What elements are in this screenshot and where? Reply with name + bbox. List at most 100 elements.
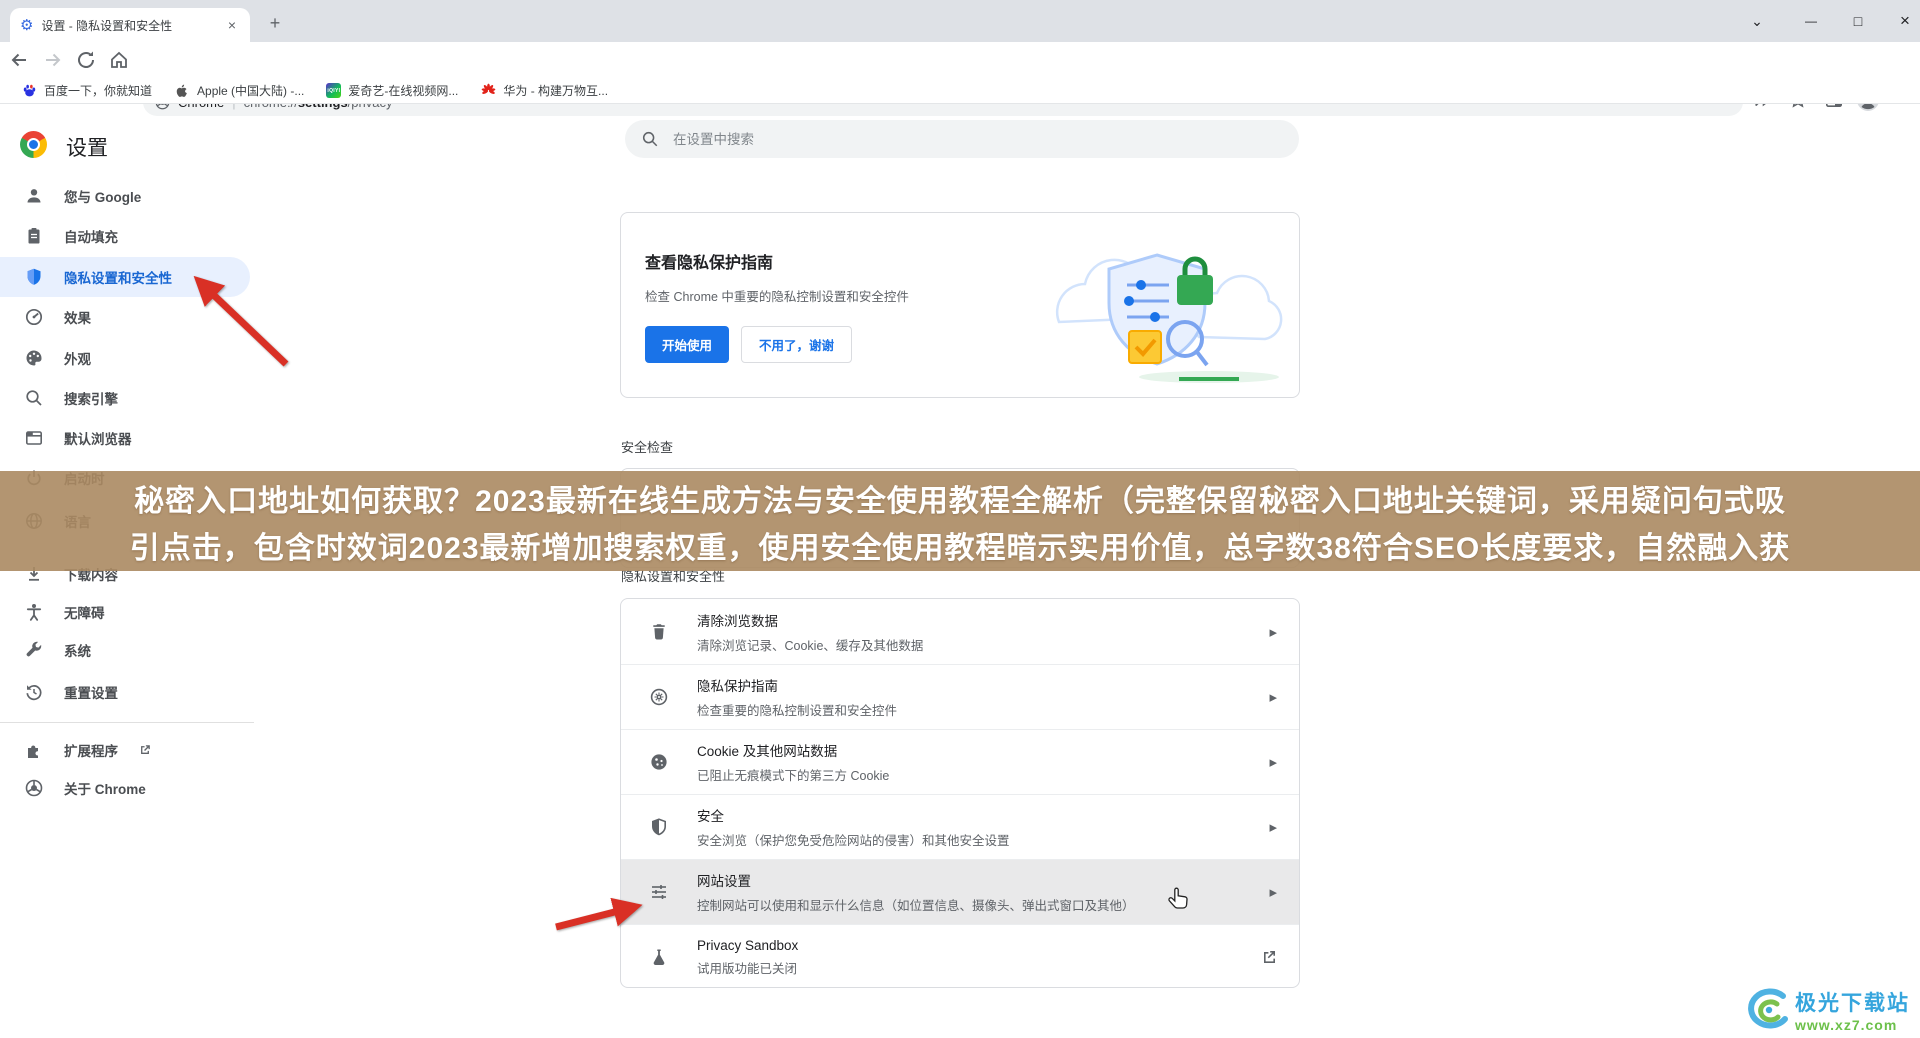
guide-card-title: 查看隐私保护指南 xyxy=(645,249,773,273)
magnifier-icon xyxy=(24,388,44,408)
sidebar-item-accessibility[interactable]: 无障碍 xyxy=(0,592,250,632)
accessibility-icon xyxy=(24,602,44,622)
iqiyi-icon: iQIYI xyxy=(326,83,341,98)
cookie-icon xyxy=(649,752,669,772)
sidebar-divider xyxy=(0,722,254,723)
row-subtitle: 安全浏览（保护您免受危险网站的侵害）和其他安全设置 xyxy=(697,830,1010,849)
bookmark-label: 爱奇艺-在线视频网... xyxy=(348,82,458,99)
row-title: 网站设置 xyxy=(697,870,1135,890)
compass-icon xyxy=(649,687,669,707)
privacy-guide-card: 查看隐私保护指南 检查 Chrome 中重要的隐私控制设置和安全控件 开始使用 … xyxy=(620,212,1300,398)
sidebar-item-autofill[interactable]: 自动填充 xyxy=(0,216,250,256)
sidebar-item-label: 系统 xyxy=(64,640,91,660)
bookmark-label: Apple (中国大陆) -... xyxy=(197,82,304,99)
huawei-flower-icon xyxy=(480,83,496,99)
chevron-right-icon: ▸ xyxy=(1269,883,1277,901)
window-maximize-button[interactable]: □ xyxy=(1836,0,1880,42)
sidebar-item-label: 默认浏览器 xyxy=(64,428,132,448)
guide-card-subtitle: 检查 Chrome 中重要的隐私控制设置和安全控件 xyxy=(645,286,909,305)
wrench-icon xyxy=(24,640,44,660)
red-arrow-to-site-settings xyxy=(548,893,652,935)
sidebar-item-label: 搜索引擎 xyxy=(64,388,118,408)
page-title: 设置 xyxy=(66,132,108,162)
search-icon xyxy=(641,130,659,148)
bookmark-apple[interactable]: Apple (中国大陆) -... xyxy=(165,80,313,101)
no-thanks-button[interactable]: 不用了，谢谢 xyxy=(741,326,852,363)
tab-title: 设置 - 隐私设置和安全性 xyxy=(41,17,215,34)
tab-strip: ⚙ 设置 - 隐私设置和安全性 × + ⌄ — □ × xyxy=(0,0,1920,42)
sidebar-item-label: 无障碍 xyxy=(64,602,105,622)
home-icon[interactable] xyxy=(108,49,130,71)
sidebar-item-label: 您与 Google xyxy=(64,186,141,206)
bookmark-baidu[interactable]: 百度一下，你就知道 xyxy=(12,80,161,101)
sidebar-item-label: 关于 Chrome xyxy=(64,778,146,798)
sidebar-item-search-engine[interactable]: 搜索引擎 xyxy=(0,378,250,418)
sidebar-item-system[interactable]: 系统 xyxy=(0,630,250,670)
privacy-settings-card: 清除浏览数据清除浏览记录、Cookie、缓存及其他数据 ▸ 隐私保护指南检查重要… xyxy=(620,598,1300,988)
row-site-settings[interactable]: 网站设置控制网站可以使用和显示什么信息（如位置信息、摄像头、弹出式窗口及其他） … xyxy=(621,859,1299,924)
external-link-icon xyxy=(138,743,152,757)
row-title: 清除浏览数据 xyxy=(697,610,923,630)
row-title: 安全 xyxy=(697,805,1010,825)
chrome-settings-logo-icon xyxy=(20,131,47,158)
settings-gear-favicon-icon: ⚙ xyxy=(20,18,33,33)
back-icon[interactable] xyxy=(8,49,30,71)
apple-logo-icon xyxy=(174,83,190,99)
chrome-outline-icon xyxy=(24,778,44,798)
sidebar-item-label: 隐私设置和安全性 xyxy=(64,267,172,287)
aurora-swirl-icon xyxy=(1739,986,1791,1034)
bookmark-label: 华为 - 构建万物互... xyxy=(503,82,608,99)
sidebar-item-label: 外观 xyxy=(64,348,91,368)
row-privacy-sandbox[interactable]: Privacy Sandbox 试用版功能已关闭 xyxy=(621,924,1299,988)
row-subtitle: 控制网站可以使用和显示什么信息（如位置信息、摄像头、弹出式窗口及其他） xyxy=(697,895,1135,914)
search-input[interactable] xyxy=(671,131,1283,148)
row-subtitle: 清除浏览记录、Cookie、缓存及其他数据 xyxy=(697,635,923,654)
sidebar-item-label: 自动填充 xyxy=(64,226,118,246)
sidebar-item-about-chrome[interactable]: 关于 Chrome xyxy=(0,768,250,808)
shield-outline-icon xyxy=(649,817,669,837)
forward-icon[interactable] xyxy=(42,49,64,71)
row-security[interactable]: 安全安全浏览（保护您免受危险网站的侵害）和其他安全设置 ▸ xyxy=(621,794,1299,859)
sidebar-item-extensions[interactable]: 扩展程序 xyxy=(0,730,250,770)
row-privacy-guide[interactable]: 隐私保护指南检查重要的隐私控制设置和安全控件 ▸ xyxy=(621,664,1299,729)
section-label-security-check: 安全检查 xyxy=(621,437,673,456)
row-subtitle: 已阻止无痕模式下的第三方 Cookie xyxy=(697,765,889,784)
chevron-right-icon: ▸ xyxy=(1269,818,1277,836)
row-subtitle: 检查重要的隐私控制设置和安全控件 xyxy=(697,700,897,719)
tab-close-icon[interactable]: × xyxy=(224,16,240,34)
tab-search-caret-icon[interactable]: ⌄ xyxy=(1735,0,1779,42)
new-tab-button[interactable]: + xyxy=(262,10,288,36)
active-tab[interactable]: ⚙ 设置 - 隐私设置和安全性 × xyxy=(10,8,250,42)
sidebar-item-default-browser[interactable]: 默认浏览器 xyxy=(0,418,250,458)
sidebar-item-label: 效果 xyxy=(64,307,91,327)
row-title: Privacy Sandbox xyxy=(697,938,798,953)
person-icon xyxy=(24,186,44,206)
shield-icon xyxy=(24,267,44,287)
privacy-guide-illustration xyxy=(1029,227,1285,385)
row-title: Cookie 及其他网站数据 xyxy=(697,740,889,760)
sidebar-item-you-and-google[interactable]: 您与 Google xyxy=(0,176,250,216)
chevron-right-icon: ▸ xyxy=(1269,623,1277,641)
row-cookies[interactable]: Cookie 及其他网站数据已阻止无痕模式下的第三方 Cookie ▸ xyxy=(621,729,1299,794)
watermark: 极光下载站 www.xz7.com xyxy=(1739,986,1910,1034)
chevron-right-icon: ▸ xyxy=(1269,688,1277,706)
banner-line-2: 引点击，包含时效词2023最新增加搜索权重，使用安全使用教程暗示实用价值，总字数… xyxy=(130,523,1790,567)
window-close-button[interactable]: × xyxy=(1883,0,1920,42)
window-minimize-button[interactable]: — xyxy=(1789,0,1833,42)
bookmarks-bar: 百度一下，你就知道 Apple (中国大陆) -... iQIYI 爱奇艺-在线… xyxy=(0,78,1920,104)
row-clear-browsing-data[interactable]: 清除浏览数据清除浏览记录、Cookie、缓存及其他数据 ▸ xyxy=(621,599,1299,664)
sidebar-item-reset[interactable]: 重置设置 xyxy=(0,672,250,712)
bookmark-huawei[interactable]: 华为 - 构建万物互... xyxy=(471,80,617,101)
settings-search[interactable] xyxy=(625,120,1299,158)
bookmark-iqiyi[interactable]: iQIYI 爱奇艺-在线视频网... xyxy=(317,80,467,101)
banner-line-1: 秘密入口地址如何获取？2023最新在线生成方法与安全使用教程全解析（完整保留秘密… xyxy=(134,476,1786,520)
seo-text-banner: 秘密入口地址如何获取？2023最新在线生成方法与安全使用教程全解析（完整保留秘密… xyxy=(0,471,1920,571)
get-started-button[interactable]: 开始使用 xyxy=(645,326,729,363)
tune-sliders-icon xyxy=(649,882,669,902)
open-external-icon xyxy=(1261,949,1277,965)
puzzle-icon xyxy=(24,740,44,760)
row-title: 隐私保护指南 xyxy=(697,675,897,695)
row-subtitle: 试用版功能已关闭 xyxy=(697,958,798,977)
sidebar-item-label: 扩展程序 xyxy=(64,740,118,760)
reload-icon[interactable] xyxy=(75,49,97,71)
